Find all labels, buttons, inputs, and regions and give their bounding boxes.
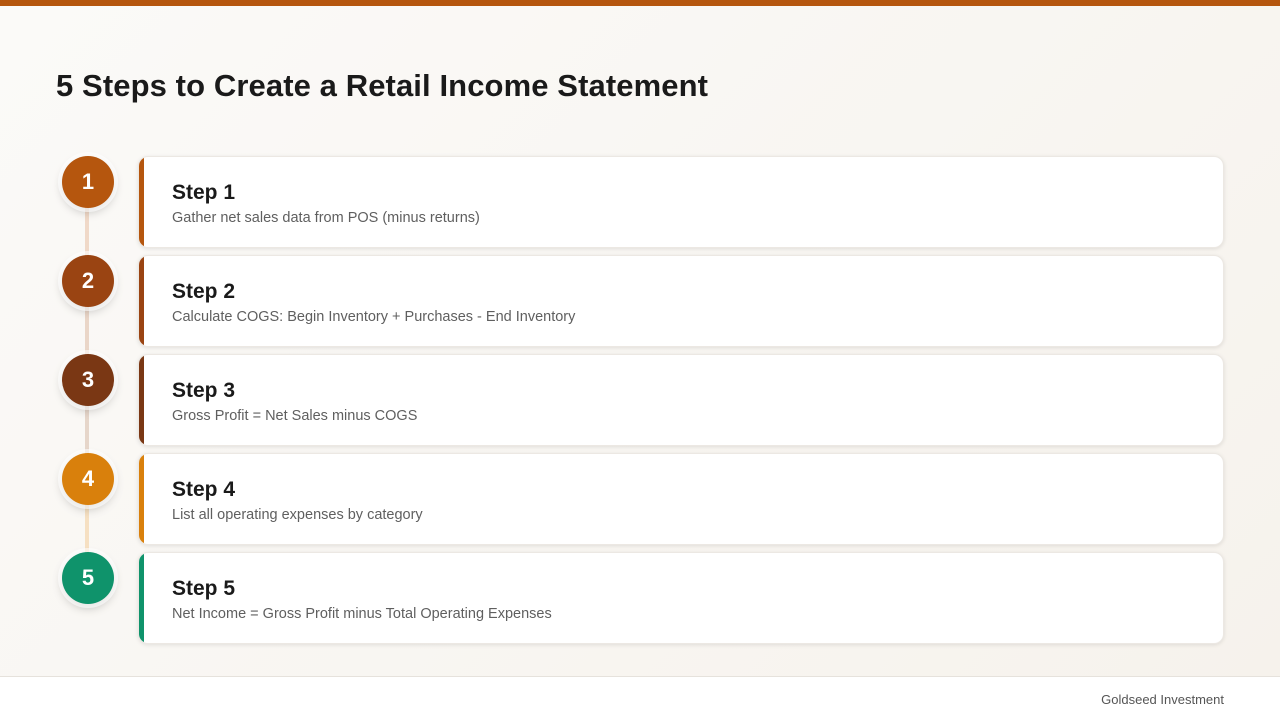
step-number-badge: 1 <box>62 156 114 208</box>
step-card-accent <box>139 454 144 544</box>
step-item: 4 Step 4 List all operating expenses by … <box>56 453 1224 561</box>
step-card: Step 1 Gather net sales data from POS (m… <box>138 156 1224 248</box>
step-label: Step 3 <box>172 379 236 402</box>
step-number-badge: 2 <box>62 255 114 307</box>
step-card-accent <box>139 553 144 643</box>
step-item: 2 Step 2 Calculate COGS: Begin Inventory… <box>56 255 1224 363</box>
footer: Goldseed Investment <box>0 676 1280 720</box>
step-card: Step 2 Calculate COGS: Begin Inventory +… <box>138 255 1224 347</box>
step-description: Calculate COGS: Begin Inventory + Purcha… <box>172 309 576 325</box>
step-number-badge: 5 <box>62 552 114 604</box>
step-label: Step 4 <box>172 478 236 501</box>
step-description: Net Income = Gross Profit minus Total Op… <box>172 606 552 622</box>
step-card: Step 4 List all operating expenses by ca… <box>138 453 1224 545</box>
step-description: Gather net sales data from POS (minus re… <box>172 210 480 226</box>
step-number-badge: 3 <box>62 354 114 406</box>
step-card: Step 3 Gross Profit = Net Sales minus CO… <box>138 354 1224 446</box>
step-label: Step 1 <box>172 181 236 204</box>
step-card-accent <box>139 157 144 247</box>
step-item: 1 Step 1 Gather net sales data from POS … <box>56 156 1224 264</box>
step-number-badge: 4 <box>62 453 114 505</box>
step-card: Step 5 Net Income = Gross Profit minus T… <box>138 552 1224 644</box>
step-label: Step 2 <box>172 280 236 303</box>
step-item: 5 Step 5 Net Income = Gross Profit minus… <box>56 552 1224 651</box>
steps-list: 1 Step 1 Gather net sales data from POS … <box>56 156 1224 651</box>
step-label: Step 5 <box>172 577 236 600</box>
step-description: Gross Profit = Net Sales minus COGS <box>172 408 418 424</box>
top-accent-bar <box>0 0 1280 6</box>
page-title: 5 Steps to Create a Retail Income Statem… <box>56 68 709 103</box>
step-item: 3 Step 3 Gross Profit = Net Sales minus … <box>56 354 1224 462</box>
step-card-accent <box>139 256 144 346</box>
step-description: List all operating expenses by category <box>172 507 423 523</box>
step-card-accent <box>139 355 144 445</box>
footer-brand: Goldseed Investment <box>1101 692 1224 707</box>
